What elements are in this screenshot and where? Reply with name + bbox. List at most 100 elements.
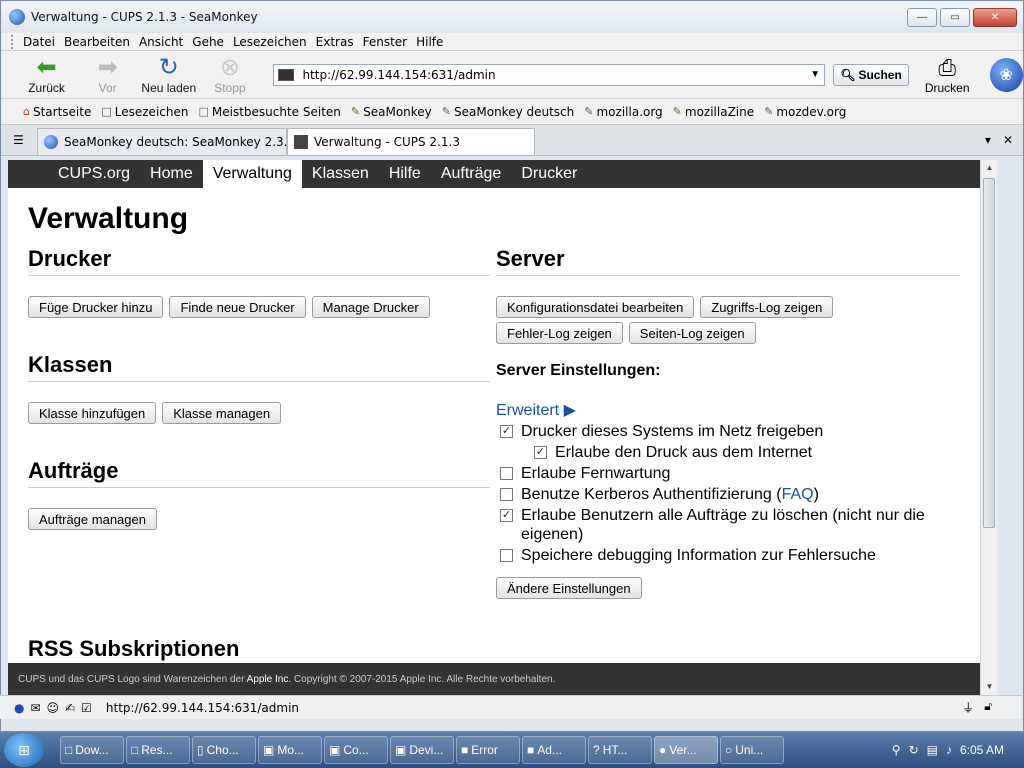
security-lock-icon[interactable]: 🔓︎ bbox=[984, 699, 992, 716]
change-settings-button[interactable]: Ändere Einstellungen bbox=[496, 577, 642, 599]
mail-icon[interactable]: ✉ bbox=[30, 701, 40, 715]
minimize-button[interactable]: — bbox=[907, 7, 937, 27]
nav-klassen[interactable]: Klassen bbox=[302, 160, 379, 188]
url-input[interactable] bbox=[302, 67, 807, 82]
bookmark-seamonkey-deutsch[interactable]: ✎ SeaMonkey deutsch bbox=[442, 105, 574, 119]
manage-printers-button[interactable]: Manage Drucker bbox=[311, 296, 430, 318]
nav-verwaltung[interactable]: Verwaltung bbox=[202, 160, 302, 188]
stop-button[interactable]: ⊗ Stopp bbox=[200, 55, 259, 95]
remote-admin-checkbox[interactable] bbox=[500, 467, 513, 480]
composer-icon[interactable]: ✍ bbox=[65, 701, 75, 715]
nav-cups-org[interactable]: CUPS.org bbox=[48, 160, 140, 188]
menu-hilfe[interactable]: Hilfe bbox=[416, 35, 443, 49]
add-class-button[interactable]: Klasse hinzufügen bbox=[28, 402, 157, 424]
menu-lesezeichen[interactable]: Lesezeichen bbox=[233, 35, 307, 49]
auftraege-section: Aufträge Aufträge managen bbox=[28, 458, 490, 530]
menu-fenster[interactable]: Fenster bbox=[363, 35, 408, 49]
nav-home[interactable]: Home bbox=[140, 160, 203, 188]
back-button[interactable]: ⬅ Zurück bbox=[17, 55, 76, 95]
access-log-button[interactable]: Zugriffs-Log zeigen bbox=[700, 296, 834, 318]
edit-config-button[interactable]: Konfigurationsdatei bearbeiten bbox=[496, 296, 695, 318]
taskbar-item[interactable]: ■ Ad... bbox=[522, 736, 586, 764]
title-bar: Verwaltung - CUPS 2.1.3 - SeaMonkey — ▭ … bbox=[1, 1, 1023, 33]
bookmark-seamonkey[interactable]: ✎ SeaMonkey bbox=[351, 105, 432, 119]
advanced-link[interactable]: Erweitert ▶ bbox=[496, 400, 960, 420]
volume-tray-icon[interactable]: ♪ bbox=[946, 743, 952, 757]
search-tray-icon[interactable]: ⚲ bbox=[892, 743, 901, 757]
sync-tray-icon[interactable]: ↻ bbox=[909, 743, 919, 757]
nav-drucker[interactable]: Drucker bbox=[511, 160, 587, 188]
error-log-button[interactable]: Fehler-Log zeigen bbox=[496, 322, 623, 344]
taskbar-label: Ver... bbox=[669, 743, 697, 757]
browser-icon[interactable]: ● bbox=[14, 701, 24, 715]
scroll-down-icon[interactable]: ▼ bbox=[981, 679, 998, 695]
menu-datei[interactable]: Datei bbox=[23, 35, 55, 49]
taskbar-item[interactable]: ▣ Co... bbox=[324, 736, 388, 764]
bookmark-icon: ✎ bbox=[350, 105, 361, 118]
scroll-up-icon[interactable]: ▲ bbox=[981, 160, 998, 176]
taskbar-item[interactable]: ■ Error bbox=[456, 736, 520, 764]
find-printers-button[interactable]: Finde neue Drucker bbox=[169, 296, 306, 318]
status-icons: ● ✉ ☺ ✍ ☑ bbox=[14, 701, 92, 715]
menu-gehe[interactable]: Gehe bbox=[192, 35, 224, 49]
taskbar-item-active[interactable]: ● Ver... bbox=[654, 736, 718, 764]
kerberos-checkbox[interactable] bbox=[500, 488, 513, 501]
web-content: CUPS.org Home Verwaltung Klassen Hilfe A… bbox=[8, 160, 980, 695]
home-icon: ⌂ bbox=[23, 105, 30, 118]
tab-verwaltung[interactable]: Verwaltung - CUPS 2.1.3 bbox=[287, 128, 535, 155]
add-printer-button[interactable]: Füge Drucker hinzu bbox=[28, 296, 164, 318]
vertical-scrollbar[interactable]: ▲ ▼ bbox=[980, 160, 997, 695]
reload-button[interactable]: ↻ Neu laden bbox=[139, 55, 198, 95]
debug-logging-checkbox[interactable] bbox=[500, 549, 513, 562]
bookmark-mozillazine[interactable]: ✎ mozillaZine bbox=[673, 105, 754, 119]
bookmark-meistbesuchte[interactable]: □ Meistbesuchte Seiten bbox=[198, 105, 340, 119]
start-button[interactable]: ⊞ bbox=[4, 733, 44, 767]
taskbar-item[interactable]: ▯ Cho... bbox=[192, 736, 256, 764]
share-printers-checkbox[interactable]: ✓ bbox=[500, 425, 513, 438]
bookmark-icon: ✎ bbox=[672, 105, 682, 118]
online-plug-icon[interactable]: ⏚ bbox=[962, 699, 974, 716]
chat-icon[interactable]: ☺ bbox=[47, 701, 60, 715]
taskbar-item[interactable]: ▣ Devi... bbox=[390, 736, 454, 764]
bookmark-startseite[interactable]: ⌂ Startseite bbox=[23, 105, 91, 119]
seamonkey-logo-icon[interactable]: ❀ bbox=[989, 57, 1023, 92]
addressbook-icon[interactable]: ☑ bbox=[81, 701, 92, 715]
menu-bearbeiten[interactable]: Bearbeiten bbox=[64, 35, 130, 49]
menu-ansicht[interactable]: Ansicht bbox=[139, 35, 183, 49]
cancel-any-job-checkbox[interactable]: ✓ bbox=[500, 509, 513, 522]
nav-hilfe[interactable]: Hilfe bbox=[379, 160, 431, 188]
url-bar[interactable]: ▼ bbox=[273, 63, 826, 86]
close-button[interactable]: ✕ bbox=[973, 7, 1017, 27]
search-label: Suchen bbox=[858, 67, 902, 82]
manage-jobs-button[interactable]: Aufträge managen bbox=[28, 508, 157, 530]
maximize-button[interactable]: ▭ bbox=[940, 7, 970, 27]
page-log-button[interactable]: Seiten-Log zeigen bbox=[628, 322, 756, 344]
option-share-printers: ✓ Drucker dieses Systems im Netz freigeb… bbox=[496, 422, 960, 441]
print-button[interactable]: ⎙ Drucken bbox=[925, 55, 970, 95]
forward-button[interactable]: ➡ Vor bbox=[78, 55, 137, 95]
bookmark-mozilla-org[interactable]: ✎ mozilla.org bbox=[584, 105, 662, 119]
taskbar-item[interactable]: ▣ Mo... bbox=[258, 736, 322, 764]
bookmark-lesezeichen[interactable]: □ Lesezeichen bbox=[101, 105, 188, 119]
url-dropdown-icon[interactable]: ▼ bbox=[806, 69, 824, 80]
toolbar-grip-icon[interactable] bbox=[11, 34, 15, 49]
close-tab-icon[interactable]: ✕ bbox=[1003, 133, 1013, 147]
tab-list-icon[interactable]: ☰ bbox=[13, 133, 24, 147]
network-tray-icon[interactable]: ▤ bbox=[927, 743, 938, 757]
scrollbar-thumb[interactable] bbox=[983, 178, 995, 528]
search-button[interactable]: 🔍︎ Suchen bbox=[833, 63, 909, 86]
taskbar-item[interactable]: □ Res... bbox=[126, 736, 190, 764]
nav-auftraege[interactable]: Aufträge bbox=[431, 160, 511, 188]
taskbar-item[interactable]: ? HT... bbox=[588, 736, 652, 764]
tab-list-dropdown-icon[interactable]: ▾ bbox=[985, 133, 991, 147]
taskbar-item[interactable]: □ Dow... bbox=[60, 736, 124, 764]
faq-link[interactable]: FAQ bbox=[782, 486, 814, 503]
menu-extras[interactable]: Extras bbox=[316, 35, 354, 49]
taskbar-item[interactable]: ○ Uni... bbox=[720, 736, 784, 764]
tab-seamonkey-deutsch[interactable]: SeaMonkey deutsch: SeaMonkey 2.3.3: Ü... bbox=[37, 128, 287, 155]
internet-printing-checkbox[interactable]: ✓ bbox=[534, 446, 547, 459]
manage-classes-button[interactable]: Klasse managen bbox=[162, 402, 282, 424]
document-icon: ▯ bbox=[197, 743, 204, 757]
clock[interactable]: 6:05 AM bbox=[960, 743, 1004, 757]
bookmark-mozdev[interactable]: ✎ mozdev.org bbox=[764, 105, 846, 119]
